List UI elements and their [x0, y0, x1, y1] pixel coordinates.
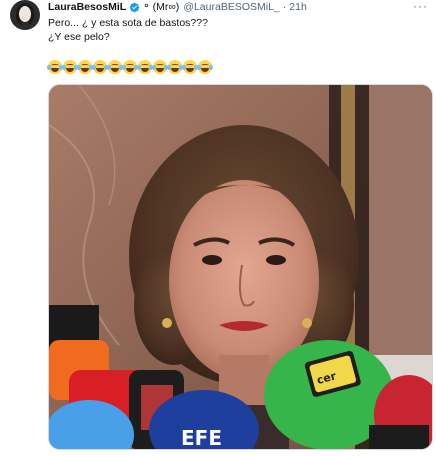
tears-of-joy-emoji-icon [62, 60, 78, 74]
verified-badge-icon [129, 2, 140, 12]
tears-of-joy-emoji-icon [152, 60, 168, 74]
tear-shape [47, 65, 51, 70]
tears-of-joy-emoji-icon [77, 60, 93, 74]
tears-of-joy-emoji-icon [137, 60, 153, 74]
tear-shape [182, 65, 186, 70]
tear-shape [137, 65, 141, 70]
tears-of-joy-emoji-icon [122, 60, 138, 74]
tear-shape [122, 65, 126, 70]
handle[interactable]: @LauraBESOSMiL_ [183, 0, 279, 14]
emoji-row [47, 60, 213, 74]
more-options-icon[interactable]: ··· [413, 0, 428, 12]
tears-of-joy-emoji-icon [167, 60, 183, 74]
timestamp[interactable]: 21h [289, 0, 307, 14]
tweet-header: LauraBesosMiL ⚬ (Mr∞) @LauraBESOSMiL_ · … [48, 0, 307, 14]
tear-shape [167, 65, 171, 70]
tweet-text-line-1: Pero... ¿ y esta sota de bastos??? [48, 17, 208, 29]
tear-shape [209, 65, 213, 70]
tear-shape [152, 65, 156, 70]
tears-of-joy-emoji-icon [92, 60, 108, 74]
svg-text:EFE: EFE [181, 426, 222, 450]
tears-of-joy-emoji-icon [107, 60, 123, 74]
tear-shape [92, 65, 96, 70]
tear-shape [197, 65, 201, 70]
tear-shape [62, 65, 66, 70]
separator-dot: · [282, 1, 287, 13]
avatar-face [19, 6, 31, 22]
tear-shape [107, 65, 111, 70]
photo-illustration: EFE cer [49, 85, 432, 450]
tears-of-joy-emoji-icon [197, 60, 213, 74]
avatar[interactable] [10, 0, 40, 30]
tears-of-joy-emoji-icon [182, 60, 198, 74]
ring-icon: ⚬ [142, 1, 151, 12]
tears-of-joy-emoji-icon [47, 60, 63, 74]
tear-shape [77, 65, 81, 70]
display-name-suffix: (Mr∞) [152, 1, 180, 13]
tweet-text: Pero... ¿ y esta sota de bastos??? ¿Y es… [48, 16, 208, 44]
tweet-text-line-2: ¿Y ese pelo? [48, 31, 110, 43]
display-name[interactable]: LauraBesosMiL [48, 0, 126, 14]
tweet[interactable]: LauraBesosMiL ⚬ (Mr∞) @LauraBESOSMiL_ · … [0, 0, 436, 456]
tweet-photo[interactable]: EFE cer [48, 84, 433, 450]
